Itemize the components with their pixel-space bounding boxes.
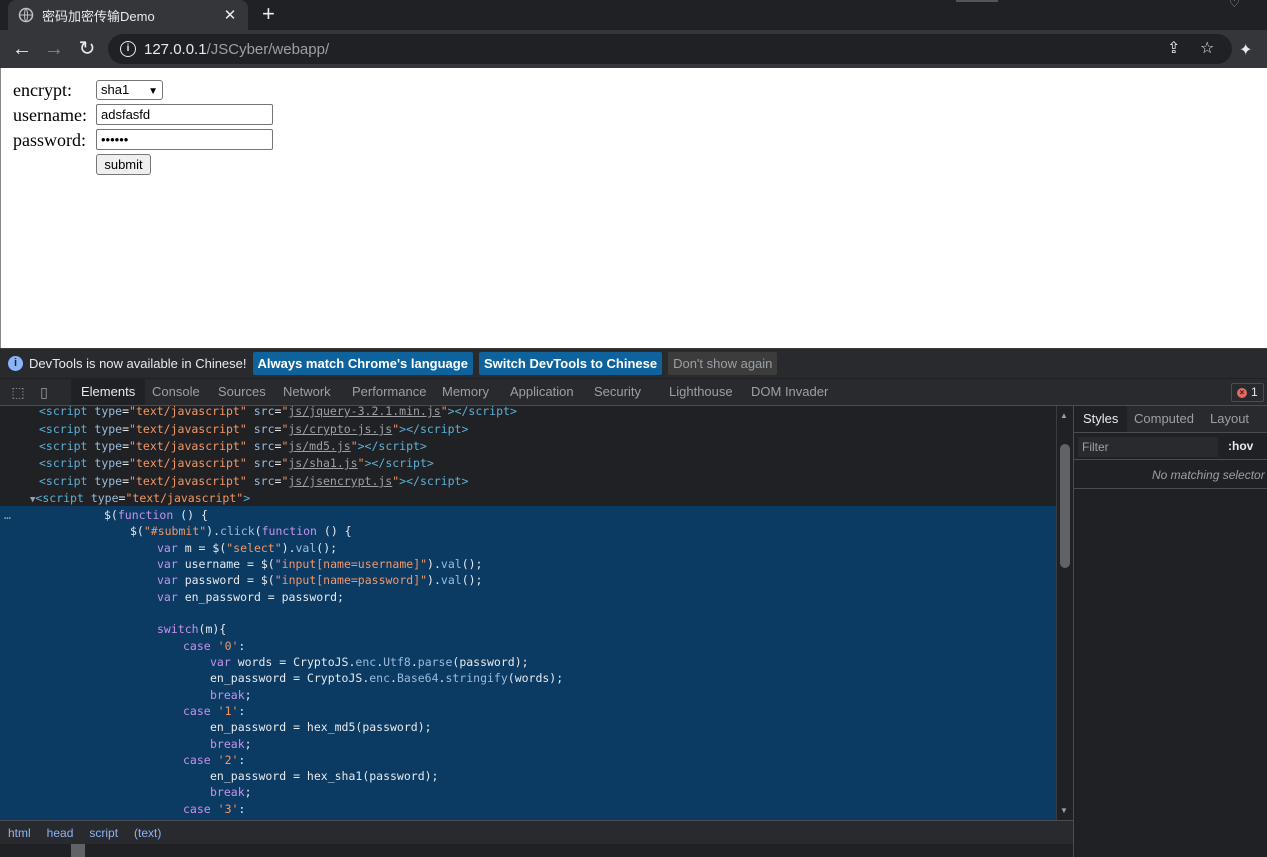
code-line: var username = $("input[name=username]")… — [157, 557, 483, 571]
code-line: switch(m){ — [157, 622, 227, 636]
error-icon: × — [1237, 387, 1247, 398]
url-path: /JSCyber/webapp/ — [206, 40, 330, 58]
info-icon: i — [8, 356, 23, 371]
code-line: case '1': — [183, 704, 246, 718]
tab-strip: 密码加密传输Demo ✕ + ♡ — [0, 0, 1267, 30]
code-line: var en_password = password; — [157, 590, 344, 604]
breadcrumb-head[interactable]: head — [39, 826, 82, 840]
tab-styles[interactable]: Styles — [1074, 406, 1128, 432]
tab-performance[interactable]: Performance — [342, 379, 436, 405]
tab-close-icon[interactable]: ✕ — [222, 6, 238, 24]
script-line-1[interactable]: <script type="text/javascript" src="js/j… — [39, 406, 1056, 419]
tab-network[interactable]: Network — [273, 379, 341, 405]
tab-layout[interactable]: Layout — [1201, 406, 1258, 432]
encrypt-label: encrypt: — [13, 80, 72, 100]
password-label: password: — [13, 130, 86, 150]
dom-breadcrumb: html head script (text) — [0, 820, 1073, 844]
breadcrumb-script[interactable]: script — [81, 826, 126, 840]
code-line: en_password = hex_sha1(password); — [210, 769, 439, 783]
tab-application[interactable]: Application — [500, 379, 584, 405]
bookmark-star-icon[interactable]: ☆ — [1200, 38, 1214, 58]
script-line-5[interactable]: <script type="text/javascript" src="js/j… — [39, 473, 1056, 489]
browser-tab[interactable]: 密码加密传输Demo ✕ — [8, 0, 248, 30]
tab-security[interactable]: Security — [584, 379, 651, 405]
inspect-element-icon[interactable]: ⬚ — [10, 384, 26, 400]
always-match-language-button[interactable]: Always match Chrome's language — [252, 352, 473, 375]
hov-toggle[interactable]: :hov — [1228, 439, 1253, 453]
tab-dom-invader[interactable]: DOM Invader — [741, 379, 838, 405]
address-bar[interactable]: i 127.0.0.1/JSCyber/webapp/ — [108, 34, 1232, 64]
elements-scrollbar[interactable]: ▲ ▼ — [1056, 406, 1072, 820]
code-line: case '3': — [183, 802, 246, 816]
error-count-badge[interactable]: × 1 — [1231, 383, 1264, 402]
tab-sources[interactable]: Sources — [208, 379, 276, 405]
tab-title: 密码加密传输Demo — [42, 8, 155, 24]
site-info-icon[interactable]: i — [120, 41, 136, 57]
sidebar-tab-bar: Styles Computed Layout — [1074, 406, 1267, 433]
switch-to-chinese-button[interactable]: Switch DevTools to Chinese — [478, 352, 663, 375]
back-arrow-icon[interactable]: ← — [10, 37, 34, 61]
script-line-3[interactable]: <script type="text/javascript" src="js/m… — [39, 438, 1056, 454]
tab-memory[interactable]: Memory — [432, 379, 499, 405]
code-line: break; — [210, 785, 252, 799]
scrollbar-thumb[interactable] — [1060, 444, 1070, 568]
tab-lighthouse[interactable]: Lighthouse — [659, 379, 743, 405]
chevron-down-icon: ▼ — [148, 86, 158, 97]
encrypt-select[interactable]: sha1 ▼ — [96, 80, 163, 100]
divider — [1074, 488, 1267, 489]
tab-elements[interactable]: Elements — [71, 379, 146, 405]
script-line-2[interactable]: <script type="text/javascript" src="js/c… — [39, 421, 1056, 437]
script-line-4[interactable]: <script type="text/javascript" src="js/s… — [39, 455, 1056, 471]
url-host: 127.0.0.1 — [144, 40, 207, 58]
tab-computed[interactable]: Computed — [1125, 406, 1203, 432]
web-page: encrypt: sha1 ▼ username: adsfasfd passw… — [0, 68, 1267, 348]
browser-toolbar: ← → ↻ i 127.0.0.1/JSCyber/webapp/ ⇪ ☆ — [0, 30, 1267, 68]
share-icon[interactable]: ⇪ — [1167, 38, 1180, 58]
code-line: $("#submit").click(function () { — [130, 524, 352, 538]
no-matching-selector-text: No matching selector — [1152, 468, 1265, 482]
styles-sidebar: Styles Computed Layout Filter :hov No ma… — [1073, 406, 1267, 857]
code-line: var m = $("select").val(); — [157, 541, 338, 555]
username-label: username: — [13, 105, 87, 125]
breadcrumb-html[interactable]: html — [0, 826, 39, 840]
password-input[interactable]: •••••• — [96, 129, 273, 150]
breadcrumb-text[interactable]: (text) — [126, 826, 169, 840]
dont-show-again-button[interactable]: Don't show again — [668, 352, 778, 375]
code-line: $(function () { — [104, 508, 208, 522]
window-control-bar — [956, 0, 998, 2]
code-line: break; — [210, 688, 252, 702]
resize-grip[interactable] — [71, 844, 85, 857]
reload-icon[interactable]: ↻ — [75, 37, 99, 61]
code-line: en_password = hex_md5(password); — [210, 720, 432, 734]
submit-button[interactable]: submit — [96, 154, 151, 175]
url-text: 127.0.0.1/JSCyber/webapp/ — [144, 41, 329, 58]
tab-console[interactable]: Console — [142, 379, 210, 405]
code-line: case '0': — [183, 639, 246, 653]
scroll-down-icon[interactable]: ▼ — [1060, 806, 1068, 815]
tab-search-icon[interactable]: ♡ — [1229, 0, 1240, 10]
styles-filter-row: Filter :hov — [1074, 434, 1267, 460]
scroll-up-icon[interactable]: ▲ — [1060, 411, 1068, 420]
encrypt-selected-value: sha1 — [101, 82, 130, 97]
elements-tree[interactable]: <script type="text/javascript" src="js/j… — [0, 406, 1056, 820]
new-tab-button[interactable]: + — [262, 3, 275, 25]
forward-arrow-icon[interactable]: → — [42, 37, 66, 61]
extensions-puzzle-icon[interactable]: ✦ — [1239, 40, 1252, 60]
devtools-language-infobar: i DevTools is now available in Chinese! … — [0, 348, 1267, 378]
code-line: var words = CryptoJS.enc.Utf8.parse(pass… — [210, 655, 529, 669]
infobar-message: DevTools is now available in Chinese! — [29, 356, 247, 371]
code-line: break; — [210, 737, 252, 751]
device-toolbar-icon[interactable]: ▯ — [36, 384, 52, 400]
devtools-tab-bar: ⬚ ▯ Elements Console Sources Network Per… — [0, 379, 1267, 406]
globe-icon — [18, 7, 34, 23]
code-line: var password = $("input[name=password]")… — [157, 573, 483, 587]
error-count: 1 — [1251, 385, 1258, 399]
code-line: case '2': — [183, 753, 246, 767]
script-line-inline[interactable]: ▼<script type="text/javascript"> — [30, 490, 1056, 506]
code-line: en_password = CryptoJS.enc.Base64.string… — [210, 671, 564, 685]
username-input[interactable]: adsfasfd — [96, 104, 273, 125]
styles-filter-input[interactable]: Filter — [1078, 437, 1218, 457]
